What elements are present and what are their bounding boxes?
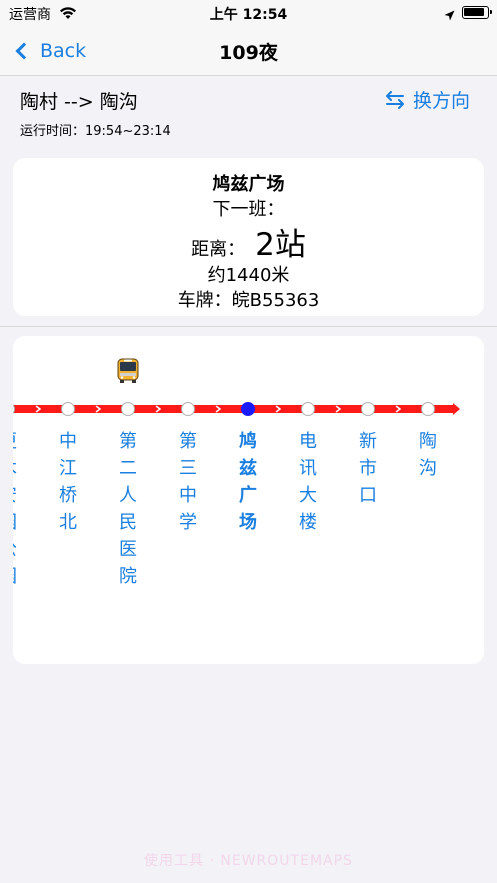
distance-meters: 约1440米 xyxy=(207,265,290,286)
status-bar: 运营商 上午 12:54 xyxy=(0,0,497,26)
stop-node[interactable] xyxy=(301,402,315,416)
page-title: 109夜 xyxy=(219,42,278,64)
stop-label[interactable]: 新市口 xyxy=(356,428,380,509)
location-arrow-icon xyxy=(444,6,455,25)
stop-node[interactable] xyxy=(181,402,195,416)
distance-value: 2站 xyxy=(255,227,306,263)
bus-icon xyxy=(117,358,139,388)
stop-label[interactable]: 陶沟 xyxy=(416,428,440,482)
stop-node[interactable] xyxy=(421,402,435,416)
stop-label[interactable]: 鸠兹广场 xyxy=(236,428,260,536)
stop-label[interactable]: 更木安园公园 xyxy=(13,428,20,590)
status-time: 上午 12:54 xyxy=(209,7,288,23)
navigation-bar: Back 109夜 xyxy=(0,26,497,76)
stop-label[interactable]: 第三中学 xyxy=(176,428,200,536)
swap-arrows-icon xyxy=(386,90,404,109)
battery-icon xyxy=(462,6,492,19)
divider xyxy=(0,326,497,327)
watermark: 使用工具 · NEWROUTEMAPS xyxy=(144,853,353,869)
stop-node[interactable] xyxy=(13,403,15,416)
stop-label[interactable]: 电讯大楼 xyxy=(296,428,320,536)
route-map-card[interactable]: 更木安园公园 中江桥北 第二人民医院 第三中学 鸠兹广场 电讯大楼 新市口 陶沟 xyxy=(13,336,484,664)
distance-row: 距离： 2站 xyxy=(13,219,484,264)
license-plate: 车牌：皖B55363 xyxy=(177,290,320,311)
switch-direction-button[interactable]: 换方向 xyxy=(385,86,470,113)
route-direction: 陶村 --> 陶沟 xyxy=(20,91,138,113)
current-stop-node[interactable] xyxy=(241,402,255,416)
next-bus-label: 下一班： xyxy=(212,199,285,220)
switch-direction-label: 换方向 xyxy=(413,90,471,112)
stop-node[interactable] xyxy=(121,402,135,416)
stop-label[interactable]: 中江桥北 xyxy=(56,428,80,536)
selected-stop-name: 鸠兹广场 xyxy=(212,174,285,195)
stop-node[interactable] xyxy=(361,402,375,416)
stop-label[interactable]: 第二人民医院 xyxy=(116,428,140,590)
distance-label: 距离： xyxy=(191,239,246,260)
operating-hours: 运行时间：19:54~23:14 xyxy=(20,124,171,139)
next-bus-card: 鸠兹广场 下一班： 距离： 2站 约1440米 车牌：皖B55363 xyxy=(13,158,484,316)
stop-node[interactable] xyxy=(61,402,75,416)
